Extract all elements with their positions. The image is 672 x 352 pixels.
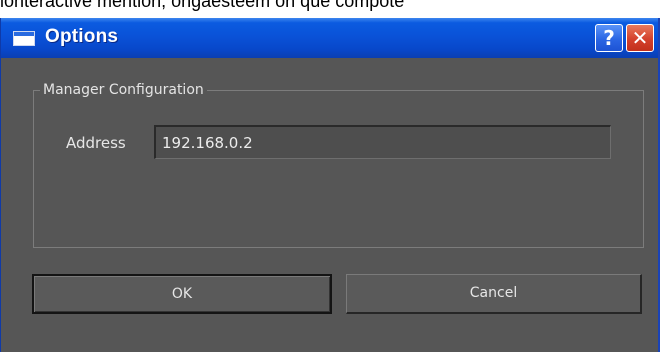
background-window-fragment: ionteractive mention, ongaesteem on que …	[0, 0, 672, 18]
close-button[interactable]: ✕	[626, 24, 654, 52]
options-dialog: Options ? ✕ Manager Configuration Addres…	[0, 18, 660, 352]
help-button[interactable]: ?	[595, 24, 623, 52]
address-label: Address	[66, 134, 126, 152]
window-icon	[13, 31, 35, 46]
address-input[interactable]	[154, 125, 611, 159]
ok-button[interactable]: OK	[32, 274, 332, 314]
manager-configuration-group: Manager Configuration Address	[33, 80, 644, 248]
title-bar[interactable]: Options ? ✕	[1, 18, 658, 58]
background-text: ionteractive mention, ongaesteem on que …	[0, 0, 405, 11]
group-title: Manager Configuration	[40, 80, 207, 100]
cancel-button[interactable]: Cancel	[346, 274, 642, 314]
dialog-body: Manager Configuration Address OK Cancel	[1, 58, 658, 352]
window-title: Options	[45, 26, 119, 47]
